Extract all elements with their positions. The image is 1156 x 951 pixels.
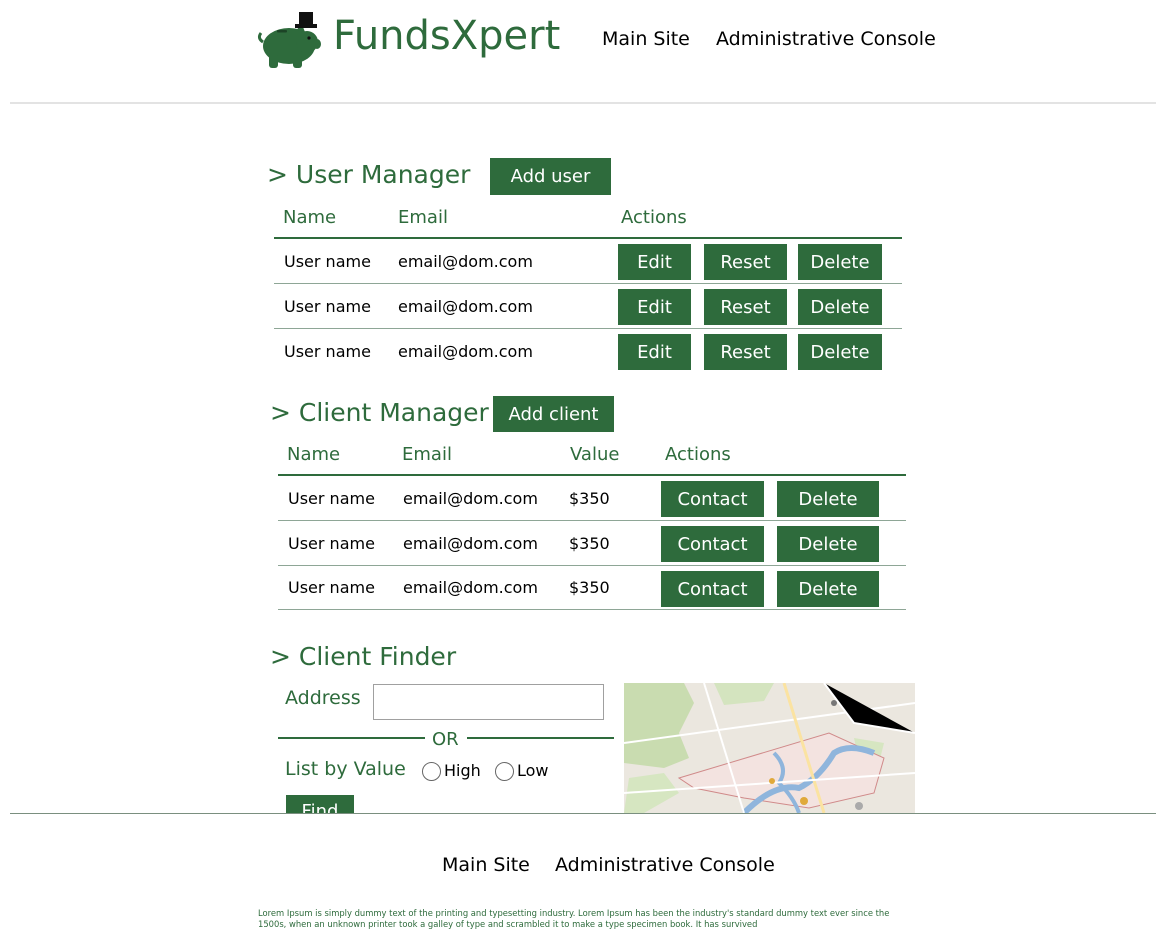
add-client-button[interactable]: Add client [493,396,614,432]
or-rule-left [278,737,425,739]
nav-main-site[interactable]: Main Site [602,28,690,50]
delete-user-button[interactable]: Delete [798,244,882,280]
add-user-button[interactable]: Add user [490,158,611,195]
delete-user-button[interactable]: Delete [798,334,882,370]
client-email-cell: email@dom.com [403,489,538,508]
low-option-label: Low [517,761,549,780]
nav-admin-console[interactable]: Administrative Console [716,28,936,50]
header-divider [10,102,1156,104]
client-email-cell: email@dom.com [403,578,538,597]
brand-title: FundsXpert [333,13,561,59]
row-divider [278,565,906,566]
delete-client-button[interactable]: Delete [777,526,879,562]
piggy-bank-logo-icon [255,8,321,70]
or-rule-right [467,737,614,739]
contact-client-button[interactable]: Contact [661,571,764,607]
edit-user-button[interactable]: Edit [618,289,691,325]
client-name-cell: User name [288,534,375,553]
reset-user-button[interactable]: Reset [704,289,787,325]
delete-client-button[interactable]: Delete [777,481,879,517]
list-by-value-label: List by Value [285,758,406,780]
row-divider [278,609,906,610]
client-manager-title: > Client Manager [270,398,489,427]
client-col-actions: Actions [665,444,731,465]
row-divider [274,328,902,329]
user-col-name: Name [283,207,337,228]
client-name-cell: User name [288,578,375,597]
contact-client-button[interactable]: Contact [661,526,764,562]
user-name-cell: User name [284,342,371,361]
client-name-cell: User name [288,489,375,508]
edit-user-button[interactable]: Edit [618,334,691,370]
or-label: OR [432,729,459,750]
delete-user-button[interactable]: Delete [798,289,882,325]
client-col-email: Email [402,444,452,465]
user-name-cell: User name [284,252,371,271]
user-email-cell: email@dom.com [398,297,533,316]
user-col-email: Email [398,207,448,228]
low-radio[interactable] [495,762,514,781]
client-value-cell: $350 [569,489,610,508]
reset-user-button[interactable]: Reset [704,334,787,370]
contact-client-button[interactable]: Contact [661,481,764,517]
reset-user-button[interactable]: Reset [704,244,787,280]
footer-nav-main-site[interactable]: Main Site [442,854,530,876]
client-finder-title: > Client Finder [270,642,457,671]
row-divider [274,283,902,284]
user-email-cell: email@dom.com [398,252,533,271]
address-input[interactable] [373,684,604,720]
user-name-cell: User name [284,297,371,316]
address-label: Address [285,687,361,709]
client-col-value: Value [570,444,620,465]
edit-user-button[interactable]: Edit [618,244,691,280]
user-manager-title: > User Manager [267,160,471,189]
row-divider [278,520,906,521]
map-thumbnail[interactable] [624,683,915,813]
footer [0,814,1156,951]
delete-client-button[interactable]: Delete [777,571,879,607]
user-table-header-rule [274,237,902,239]
client-table-header-rule [278,474,906,476]
client-value-cell: $350 [569,534,610,553]
client-col-name: Name [287,444,341,465]
client-email-cell: email@dom.com [403,534,538,553]
footer-nav-admin-console[interactable]: Administrative Console [555,854,775,876]
user-email-cell: email@dom.com [398,342,533,361]
client-value-cell: $350 [569,578,610,597]
footer-lorem-text: Lorem Ipsum is simply dummy text of the … [258,908,890,929]
user-col-actions: Actions [621,207,687,228]
high-option-label: High [444,761,481,780]
high-radio[interactable] [422,762,441,781]
